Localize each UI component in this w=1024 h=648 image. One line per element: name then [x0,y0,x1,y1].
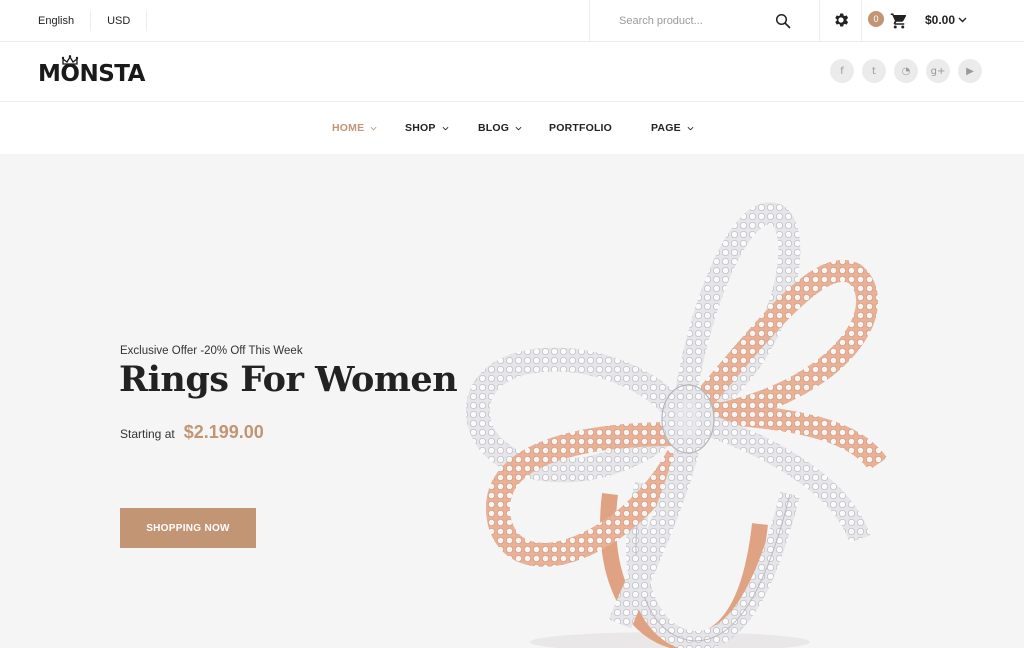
price-label: Starting at [120,427,175,441]
youtube-icon[interactable]: ▶ [958,59,982,83]
hero-price: $2.199.00 [183,422,264,442]
social-links: f t ◔ g+ ▶ [830,59,982,83]
nav-shop-label: SHOP [405,122,436,134]
nav-page[interactable]: PAGE [651,122,694,134]
search-box [589,0,820,42]
nav-portfolio-label: PORTFOLIO [549,122,613,134]
chevron-down-icon [370,126,377,130]
chevron-down-icon [442,126,448,130]
nav-home[interactable]: HOME [332,122,377,134]
search-input[interactable] [619,15,769,27]
logo-text: MONSTA [38,61,145,87]
cart-total[interactable]: $0.00 [925,13,967,27]
divider [861,0,862,42]
currency-selector[interactable]: USD [107,11,148,31]
rss-icon[interactable]: ◔ [894,59,918,83]
gear-icon[interactable] [832,11,850,29]
hero-price-row: Starting at $2.199.00 [120,422,264,443]
chevron-down-icon [515,126,522,130]
nav-page-label: PAGE [651,122,681,134]
chevron-down-icon [958,17,967,23]
language-selector[interactable]: English [38,11,92,31]
hero-title: Rings For Women [119,359,458,400]
top-bar: English USD 0 $0.00 [0,0,1024,42]
cart-count-badge: 0 [868,11,884,27]
ring-product-image [465,202,888,648]
nav-portfolio[interactable]: PORTFOLIO [549,122,612,134]
twitter-icon[interactable]: t [862,59,886,83]
nav-blog[interactable]: BLOG [478,122,522,134]
nav-home-label: HOME [332,122,365,134]
chevron-down-icon [687,126,694,130]
search-icon[interactable] [775,13,791,29]
google-plus-icon[interactable]: g+ [926,59,950,83]
header: MONSTA f t ◔ g+ ▶ [0,42,1024,102]
hero-offer-text: Exclusive Offer -20% Off This Week [120,345,303,357]
main-nav: HOME SHOP BLOG PORTFOLIO PAGE [0,102,1024,154]
cart-icon[interactable] [890,12,908,30]
shopping-now-button[interactable]: SHOPPING NOW [120,508,256,548]
cart-total-value: $0.00 [925,13,956,27]
nav-shop[interactable]: SHOP [405,122,449,134]
hero-slider: Exclusive Offer -20% Off This Week Rings… [0,154,1024,648]
top-bar-left: English USD [38,0,163,42]
nav-blog-label: BLOG [478,122,510,134]
facebook-icon[interactable]: f [830,59,854,83]
